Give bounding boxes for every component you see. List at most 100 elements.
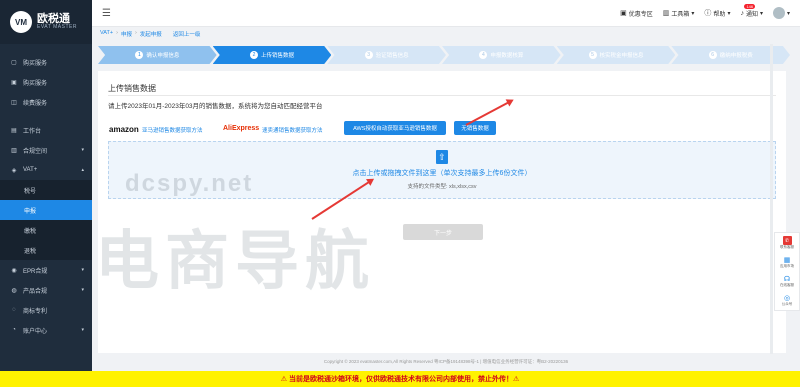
promo-label: 优惠专区 [628, 11, 653, 18]
amazon-guide-link[interactable]: 亚马逊销售数据获取方法 [142, 126, 203, 134]
sidebar-item-product-compliance[interactable]: ◍ 产品合规 ▾ [0, 280, 92, 300]
amazon-logo: amazon [109, 125, 139, 134]
chevron-down-icon: ▾ [81, 327, 84, 333]
online-service-tool[interactable]: ☊ 在线客服 [780, 274, 794, 288]
sidebar-item-label: 退税 [24, 248, 37, 255]
help-menu[interactable]: ⓘ 帮助 ▾ [704, 8, 730, 18]
floating-toolbar: ✆ 联系客服 ▦ 应用市场 ☊ 在线客服 ◎ 公众号 [774, 232, 800, 311]
top-header: ☰ ▣ 优惠专区 ▥ 工具箱 ▾ ⓘ 帮助 ▾ ♪ 146 通知 ▾ ▾ [92, 0, 800, 27]
next-button[interactable]: 下一步 [403, 224, 483, 240]
breadcrumb-start[interactable]: 发起申报 [140, 30, 162, 38]
menu-toggle-icon[interactable]: ☰ [102, 8, 111, 19]
sidebar-item-label: EPR合规 [23, 268, 48, 275]
aws-authorize-button[interactable]: AWS授权自动获取亚马逊销售数据 [344, 121, 446, 135]
chevron-down-icon: ▾ [81, 267, 84, 273]
sidebar-item-workbench[interactable]: ▤ 工作台 [0, 120, 92, 140]
promo-zone-link[interactable]: ▣ 优惠专区 [620, 9, 653, 18]
sidebar-item-label: 缴税 [24, 228, 37, 235]
sandbox-warning-bar: ⚠ 当前是欧税通沙箱环境，仅供欧税通技术有限公司内部使用，禁止外传！⚠ [0, 371, 800, 387]
sidebar-item-compliance-space[interactable]: ▥ 合规空间 ▾ [0, 140, 92, 160]
sidebar-item-label: 税号 [24, 188, 37, 195]
vat-icon: ◈ [11, 167, 17, 174]
breadcrumb-declare[interactable]: 申报 [121, 30, 132, 38]
desk-icon: ▤ [11, 127, 17, 134]
step-label: 缴纳申报税费 [719, 53, 753, 59]
sidebar-item-label: 产品合规 [23, 288, 48, 295]
sidebar-item-label: 商标专利 [23, 308, 48, 315]
notify-label: 通知 [745, 11, 758, 18]
breadcrumb-vat[interactable]: VAT+ [100, 30, 113, 38]
headset-icon: ☊ [783, 275, 791, 283]
account-icon: ◔ [12, 327, 16, 333]
aliexpress-guide-link[interactable]: 速卖通销售数据获取方法 [262, 126, 323, 134]
sidebar-item-label: 续费服务 [23, 100, 48, 107]
sidebar-subitem-declare[interactable]: 申报 [0, 200, 92, 220]
upload-description: 请上传2023年01月-2023年03月的销售数据，系统将为您自动匹配经营平台 [108, 103, 323, 110]
sidebar-item-trademark[interactable]: ◌ 商标专利 [0, 300, 92, 320]
sidebar-item-account[interactable]: ◔ 账户中心 ▾ [0, 320, 92, 340]
step-label: 核实税金申报信息 [599, 53, 644, 59]
step-label: 确认申报信息 [146, 53, 180, 59]
sidebar-item-buy[interactable]: ▢ 购买服务 [0, 52, 92, 72]
chat-icon: ✆ [782, 236, 792, 245]
bag-icon: ▣ [11, 79, 17, 86]
step-5: 5 核实税金申报信息 [556, 46, 676, 64]
step-2: 2 上传销售数据 [212, 46, 332, 64]
chevron-down-icon: ▾ [691, 10, 695, 17]
wechat-qrcode-tool[interactable]: ◎ 公众号 [782, 293, 793, 307]
sidebar-item-label: VAT+ [23, 167, 38, 173]
sidebar-item-label: 申报 [24, 208, 37, 215]
sidebar-subitem-pay-tax[interactable]: 缴税 [0, 220, 92, 240]
back-link[interactable]: 返回上一级 [173, 30, 201, 38]
chevron-up-icon: ▴ [81, 167, 84, 173]
footer-copyright: Copyright © 2023 evatmaster.com,All Righ… [323, 359, 569, 364]
sidebar-subitem-tax-number[interactable]: 税号 [0, 180, 92, 200]
chevron-down-icon: ▾ [727, 10, 731, 17]
avatar [772, 7, 785, 19]
upload-icon: ⇧ [436, 150, 448, 164]
sidebar-item-buy-service[interactable]: ▣ 购买服务 [0, 72, 92, 92]
toolbox-label: 工具箱 [671, 11, 690, 18]
sidebar-item-label: 工作台 [23, 128, 42, 135]
sidebar-item-renew[interactable]: ◫ 续费服务 [0, 92, 92, 112]
step-progress: 1 确认申报信息 2 上传销售数据 3 验证销售信息 4 申报数据核算 5 核实… [98, 46, 791, 64]
toolbox-menu[interactable]: ▥ 工具箱 ▾ [663, 9, 695, 18]
logo-mark-icon: VM [10, 11, 32, 33]
watermark-url: dcspy.net [125, 170, 254, 197]
app-market-tool[interactable]: ▦ 应用市场 [780, 255, 794, 269]
product-icon: ◍ [11, 287, 17, 294]
toolbox-icon: ▥ [662, 10, 670, 17]
step-3: 3 验证销售信息 [327, 46, 447, 64]
sidebar-subitem-refund[interactable]: 退税 [0, 240, 92, 260]
folder-icon: ▥ [11, 147, 17, 154]
user-menu[interactable]: ▾ [772, 7, 790, 19]
breadcrumb: VAT+ › 申报 › 发起申报 返回上一级 [100, 30, 201, 38]
notification-menu[interactable]: ♪ 146 通知 ▾ [740, 3, 763, 18]
step-label: 验证销售信息 [375, 53, 409, 59]
sidebar-item-vat[interactable]: ◈ VAT+ ▴ [0, 160, 92, 180]
logo[interactable]: VM 欧税通 EVAT MASTER [0, 0, 92, 44]
renew-icon: ◫ [11, 99, 17, 106]
contact-service-tool[interactable]: ✆ 联系客服 [780, 236, 794, 250]
logo-sub: EVAT MASTER [37, 24, 77, 31]
dropzone-text: 点击上传或拖拽文件到这里（单次支持最多上传6份文件） [352, 170, 532, 177]
sidebar-item-label: 账户中心 [23, 328, 48, 335]
step-label: 上传销售数据 [261, 53, 295, 59]
sidebar-item-label: 购买服务 [23, 60, 48, 67]
step-4: 4 申报数据核算 [442, 46, 561, 64]
page-scrollbar[interactable] [770, 44, 773, 354]
chevron-down-icon: ▾ [786, 10, 790, 17]
sidebar-item-epr[interactable]: ◉ EPR合规 ▾ [0, 260, 92, 280]
step-1: 1 确认申报信息 [98, 46, 217, 64]
qrcode-icon: ◎ [783, 294, 791, 302]
chevron-down-icon: ▾ [759, 10, 763, 17]
no-sales-data-button[interactable]: 无销售数据 [454, 121, 496, 135]
page-title: 上传销售数据 [108, 84, 156, 93]
aliexpress-logo: AliExpress [223, 125, 260, 132]
help-label: 帮助 [713, 11, 726, 18]
chevron-down-icon: ▾ [81, 287, 84, 293]
help-icon: ⓘ [704, 10, 712, 17]
notification-badge: 146 [744, 3, 756, 9]
cart-icon: ▢ [11, 59, 17, 66]
sidebar: VM 欧税通 EVAT MASTER ▢ 购买服务 ▣ 购买服务 ◫ 续费服务 … [0, 0, 92, 371]
